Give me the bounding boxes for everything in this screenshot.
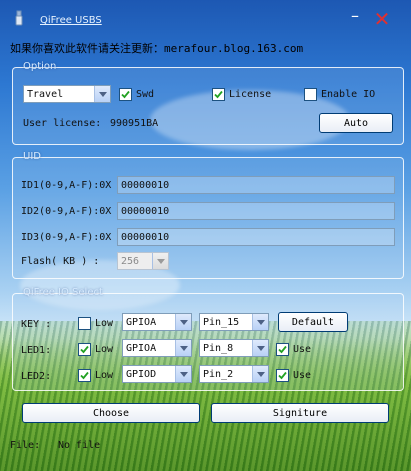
key-gpio-value: GPIOA — [126, 316, 157, 328]
window-title: QiFree USBS — [40, 15, 102, 26]
title-bar[interactable]: QiFree USBS – ✕ — [0, 0, 411, 36]
led2-pin-select[interactable]: Pin_2 — [199, 365, 269, 383]
chevron-down-icon[interactable] — [252, 314, 268, 330]
file-value: No file — [58, 440, 101, 451]
id1-input[interactable]: 00000010 — [117, 176, 395, 194]
close-button[interactable]: ✕ — [373, 9, 391, 29]
flash-label: Flash( KB ) : — [21, 256, 100, 267]
checkmark-icon — [214, 90, 223, 99]
chevron-down-icon[interactable] — [175, 314, 191, 330]
checkmark-icon — [80, 371, 89, 380]
id3-input[interactable]: 00000010 — [117, 228, 395, 246]
led1-low-checkbox[interactable] — [78, 343, 91, 356]
signiture-button[interactable]: Signiture — [211, 403, 389, 423]
choose-button[interactable]: Choose — [22, 403, 200, 423]
uid-group: UID ID1(0-9,A-F):0X 00000010 ID2(0-9,A-F… — [12, 151, 404, 279]
key-gpio-select[interactable]: GPIOA — [122, 313, 192, 331]
user-license-label: User license: — [23, 118, 102, 129]
led1-pin-value: Pin_8 — [203, 342, 234, 354]
led1-low-label: Low — [95, 344, 114, 355]
chevron-down-icon[interactable] — [175, 340, 191, 356]
checkmark-icon — [80, 345, 89, 354]
license-label: License — [229, 89, 272, 100]
key-row-label: KEY : — [21, 319, 52, 330]
checkmark-icon — [121, 90, 130, 99]
id2-value: 00000010 — [121, 205, 170, 217]
checkmark-icon — [278, 371, 287, 380]
default-button[interactable]: Default — [278, 312, 348, 332]
led2-use-label: Use — [293, 370, 312, 381]
file-label: File: — [10, 440, 41, 451]
option-legend: Option — [23, 61, 57, 72]
led1-gpio-value: GPIOA — [126, 342, 157, 354]
io-select-legend: QiFree IO Select — [23, 287, 103, 298]
app-icon — [12, 10, 26, 26]
led1-pin-select[interactable]: Pin_8 — [199, 339, 269, 357]
checkmark-icon — [278, 345, 287, 354]
id3-value: 00000010 — [121, 231, 170, 243]
id3-label: ID3(0-9,A-F):0X — [21, 232, 112, 243]
led2-pin-value: Pin_2 — [203, 368, 234, 380]
chevron-down-icon[interactable] — [152, 253, 168, 269]
chevron-down-icon[interactable] — [175, 366, 191, 382]
led2-low-checkbox[interactable] — [78, 369, 91, 382]
led2-low-label: Low — [95, 370, 114, 381]
uid-legend: UID — [23, 151, 41, 162]
user-license-value: 990951BA — [110, 118, 159, 129]
key-pin-select[interactable]: Pin_15 — [199, 313, 269, 331]
led1-gpio-select[interactable]: GPIOA — [122, 339, 192, 357]
led1-use-label: Use — [293, 344, 312, 355]
flash-select[interactable]: 256 — [117, 252, 169, 270]
id1-value: 00000010 — [121, 179, 170, 191]
led1-use-checkbox[interactable] — [276, 343, 289, 356]
auto-button[interactable]: Auto — [319, 113, 393, 133]
chevron-down-icon[interactable] — [252, 366, 268, 382]
license-checkbox[interactable] — [212, 88, 225, 101]
enable-io-checkbox[interactable] — [304, 88, 317, 101]
led2-gpio-value: GPIOD — [126, 368, 157, 380]
id2-input[interactable]: 00000010 — [117, 202, 395, 220]
id1-label: ID1(0-9,A-F):0X — [21, 180, 112, 191]
led2-row-label: LED2: — [21, 371, 52, 382]
option-group: Option Travel Swd License Enable IO User… — [12, 61, 404, 145]
io-select-group: QiFree IO Select KEY : Low GPIOA Pin_15 … — [12, 287, 404, 391]
flash-select-value: 256 — [121, 255, 140, 267]
led2-gpio-select[interactable]: GPIOD — [122, 365, 192, 383]
minimize-button[interactable]: – — [346, 8, 364, 28]
swd-label: Swd — [136, 89, 155, 100]
mode-select-value: Travel — [27, 88, 64, 100]
chevron-down-icon[interactable] — [94, 86, 110, 102]
key-pin-value: Pin_15 — [203, 316, 240, 328]
promo-text: 如果你喜欢此软件请关注更新：merafour.blog.163.com — [10, 42, 304, 55]
led1-row-label: LED1: — [21, 345, 52, 356]
mode-select[interactable]: Travel — [23, 85, 111, 103]
chevron-down-icon[interactable] — [252, 340, 268, 356]
enable-io-label: Enable IO — [321, 89, 376, 100]
key-low-checkbox[interactable] — [78, 317, 91, 330]
led2-use-checkbox[interactable] — [276, 369, 289, 382]
swd-checkbox[interactable] — [119, 88, 132, 101]
id2-label: ID2(0-9,A-F):0X — [21, 206, 112, 217]
key-low-label: Low — [95, 318, 114, 329]
